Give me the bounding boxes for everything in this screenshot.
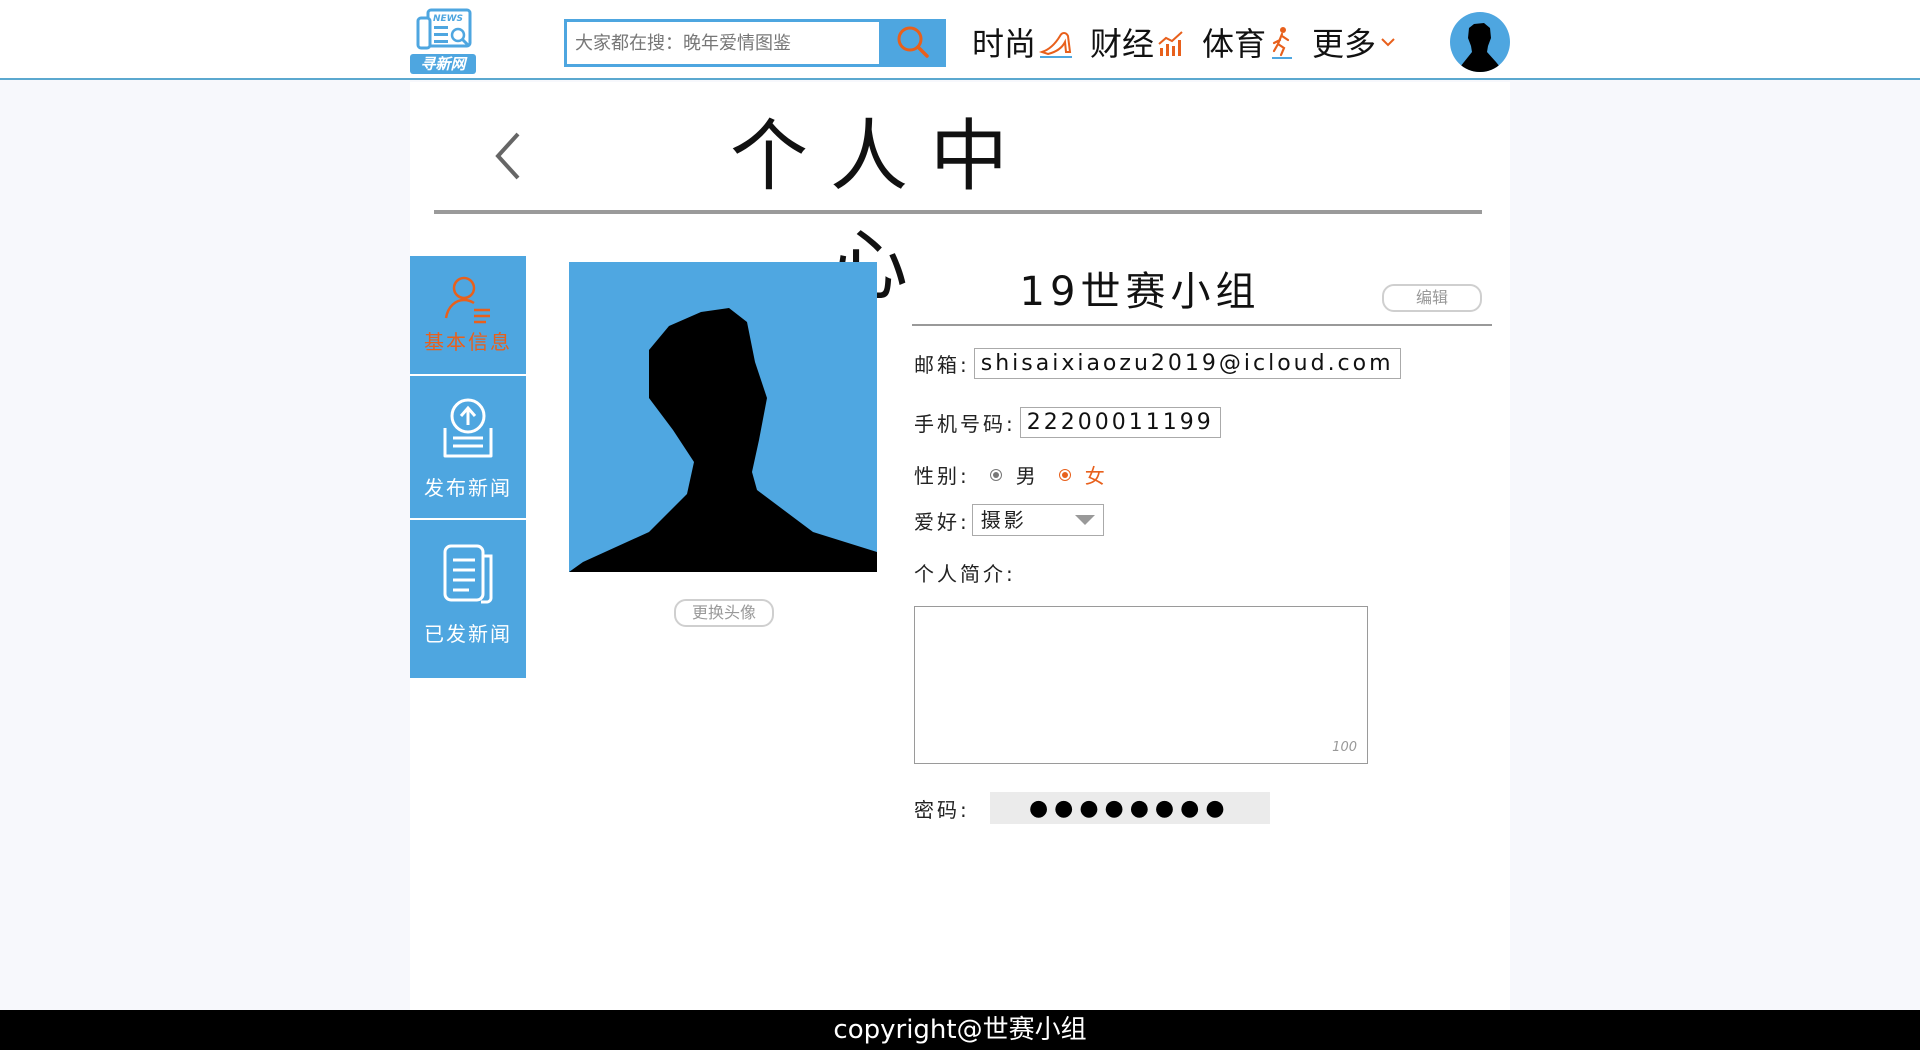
phone-field[interactable]: 22200011199 (1019, 407, 1221, 438)
header-user-avatar[interactable] (1450, 12, 1510, 72)
newspaper-logo-icon: NEWS (416, 8, 472, 50)
radio-label: 女 (1084, 464, 1108, 488)
gender-radio-male[interactable]: 男 (989, 460, 1039, 489)
dropdown-caret-icon (1074, 515, 1095, 525)
sidebar-item-label: 已发新闻 (424, 622, 512, 646)
title-divider (434, 210, 1482, 214)
copyright-text: copyright@世赛小组 (833, 1015, 1087, 1045)
bio-char-counter: 100 (1332, 740, 1357, 755)
nav-item-label: 体育 (1202, 25, 1267, 63)
category-nav: 时尚 财经 体育 更多 (972, 18, 1414, 66)
hobby-label: 爱好: (914, 509, 970, 534)
site-logo[interactable]: NEWS 寻新网 (410, 8, 478, 76)
top-navigation-bar: NEWS 寻新网 时尚 财经 (0, 0, 1920, 80)
nav-item-more[interactable]: 更多 (1312, 19, 1398, 65)
password-field[interactable]: ●●●●●●●● (989, 792, 1270, 824)
change-avatar-button[interactable]: 更换头像 (674, 599, 774, 627)
hobby-row: 爱好: 摄影 (914, 504, 1104, 536)
back-button[interactable] (488, 128, 528, 184)
logo-text: 寻新网 (410, 54, 476, 74)
nav-item-fashion[interactable]: 时尚 (972, 19, 1074, 65)
bio-label-row: 个人简介: (914, 558, 1016, 587)
logo-badge-text: NEWS (433, 14, 463, 24)
password-label: 密码: (914, 797, 970, 822)
high-heel-icon (1038, 32, 1073, 58)
nav-item-finance[interactable]: 财经 (1090, 19, 1186, 65)
nav-item-label: 财经 (1090, 25, 1155, 63)
password-mask: ●●●●●●●● (1028, 795, 1231, 821)
edit-profile-button[interactable]: 编辑 (1382, 284, 1482, 312)
phone-row: 手机号码: 22200011199 (914, 407, 1221, 438)
upload-news-icon (443, 398, 493, 458)
radio-dot (989, 468, 1002, 481)
published-news-icon (443, 544, 493, 604)
phone-label: 手机号码: (914, 412, 1016, 436)
user-info-icon (444, 276, 490, 324)
user-silhouette-icon (569, 308, 877, 572)
chevron-down-icon (1381, 38, 1395, 47)
search-bar (564, 19, 946, 67)
sidebar-item-published-news[interactable]: 已发新闻 (410, 520, 526, 678)
sidebar-item-publish-news[interactable]: 发布新闻 (410, 376, 526, 518)
nav-item-label: 时尚 (972, 25, 1037, 63)
radio-dot (1058, 468, 1071, 481)
radio-label: 男 (1015, 464, 1039, 488)
gender-row: 性别: 男 女 (914, 460, 1108, 489)
sidebar-menu: 基本信息 发布新闻 已发新闻 (410, 256, 526, 678)
gender-label: 性别: (914, 464, 970, 488)
hobby-selected-value: 摄影 (980, 508, 1027, 532)
nav-item-sports[interactable]: 体育 (1202, 19, 1296, 65)
email-field[interactable]: shisaixiaozu2019@icloud.com (973, 348, 1401, 379)
profile-panel: 个人中心 基本信息 发布新闻 已发新闻 更换头像 19世赛小组 编辑 邮箱: s… (410, 82, 1510, 1010)
password-row: 密码: ●●●●●●●● (914, 792, 1270, 824)
footer: copyright@世赛小组 (0, 1010, 1920, 1050)
hobby-select[interactable]: 摄影 (971, 504, 1104, 536)
bio-label: 个人简介: (914, 562, 1016, 586)
runner-icon (1272, 27, 1293, 59)
profile-photo (569, 262, 877, 572)
search-input[interactable] (567, 22, 879, 64)
sidebar-item-label: 发布新闻 (424, 476, 512, 500)
search-icon (897, 26, 929, 58)
growth-chart-icon (1158, 31, 1183, 56)
sidebar-item-basic-info[interactable]: 基本信息 (410, 256, 526, 374)
email-label: 邮箱: (914, 353, 970, 377)
user-silhouette-icon (1456, 23, 1504, 72)
search-button[interactable] (882, 22, 943, 64)
gender-radio-female[interactable]: 女 (1058, 460, 1108, 489)
info-divider (912, 324, 1492, 326)
profile-username: 19世赛小组 (1019, 269, 1261, 315)
bio-textarea[interactable]: 100 (914, 606, 1368, 764)
nav-item-label: 更多 (1312, 25, 1377, 63)
email-row: 邮箱: shisaixiaozu2019@icloud.com (914, 348, 1401, 379)
chevron-left-icon (495, 132, 520, 180)
sidebar-item-label: 基本信息 (424, 330, 512, 354)
